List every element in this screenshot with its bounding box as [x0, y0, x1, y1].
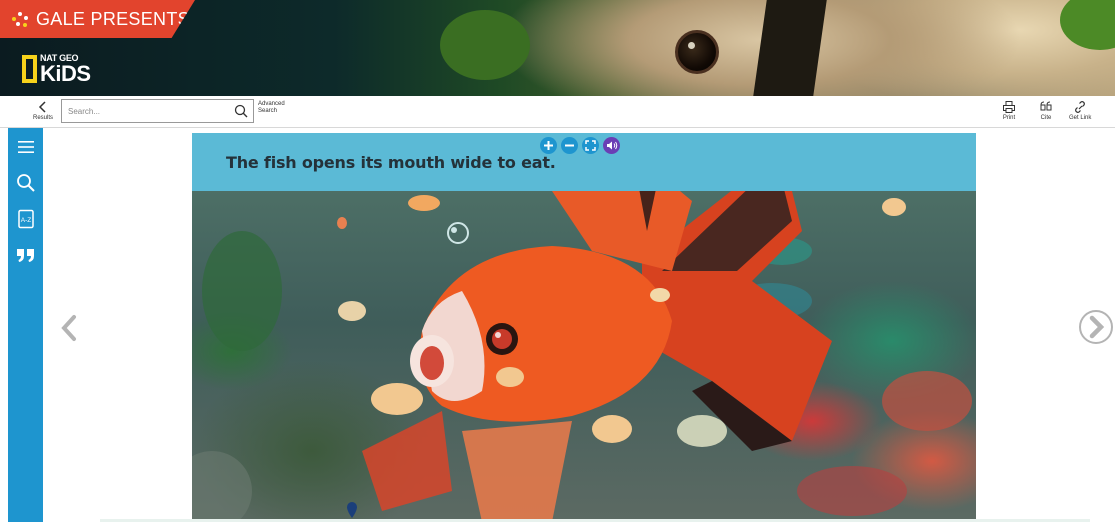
svg-text:A-Z: A-Z [20, 217, 31, 224]
back-label: Results [33, 115, 54, 121]
book-page-viewer: The fish opens its mouth wide to eat. [192, 133, 976, 522]
get-link-button[interactable]: Get Link [1069, 100, 1091, 121]
search-icon[interactable] [234, 104, 248, 118]
gale-dots-icon [10, 9, 30, 29]
back-to-results-button[interactable]: Results [33, 100, 53, 121]
a-z-index-icon: A-Z [17, 209, 34, 229]
print-icon [1003, 101, 1015, 113]
print-button[interactable]: Print [1002, 100, 1016, 121]
quote-icon [16, 249, 34, 262]
gale-presents-logo[interactable]: GALE PRESENTS [0, 0, 195, 38]
header-banner: GALE PRESENTS NAT GEO KiDS [0, 0, 1115, 96]
sidebar-search-button[interactable] [8, 166, 43, 200]
fit-screen-icon [585, 140, 596, 151]
zoom-in-button[interactable] [540, 137, 557, 154]
natgeo-kids-text: KiDS [40, 60, 91, 86]
audio-button[interactable] [603, 137, 620, 154]
search-icon [16, 174, 35, 192]
search-input[interactable] [62, 101, 234, 121]
audio-speaker-icon [606, 141, 617, 150]
advanced-search-line2: Search [258, 108, 278, 114]
toolbar: Results Advanced Search Print Cite Get L… [0, 96, 1115, 128]
zoom-out-icon [565, 144, 574, 147]
zoom-out-button[interactable] [561, 137, 578, 154]
get-link-label: Get Link [1069, 115, 1092, 121]
print-label: Print [1002, 115, 1016, 121]
cite-label: Cite [1040, 115, 1052, 121]
natgeo-kids-logo[interactable]: NAT GEO KiDS [22, 52, 91, 86]
sidebar-a-z-button[interactable]: A-Z [8, 202, 43, 236]
advanced-search-line1: Advanced [258, 101, 285, 107]
chevron-left-icon [38, 101, 46, 113]
sidebar-menu-button[interactable] [8, 130, 43, 164]
cite-button[interactable]: Cite [1039, 100, 1053, 121]
banner-monkey-eye [675, 30, 719, 74]
fit-screen-button[interactable] [582, 137, 599, 154]
zoom-in-icon [544, 141, 553, 150]
hamburger-menu-icon [17, 141, 34, 153]
natgeo-yellow-frame-icon [22, 55, 37, 83]
advanced-search-link[interactable]: Advanced Search [258, 101, 285, 115]
next-page-arrow-icon[interactable] [1078, 309, 1114, 345]
previous-page-arrow-icon[interactable] [60, 314, 78, 342]
zoom-controls [540, 137, 620, 154]
link-icon [1075, 101, 1086, 113]
cite-quote-icon [1040, 101, 1052, 111]
left-sidebar: A-Z [8, 128, 43, 522]
page-caption: The fish opens its mouth wide to eat. [226, 153, 556, 172]
gale-presents-text: GALE PRESENTS [36, 8, 190, 29]
search-box [61, 99, 254, 123]
goldfish-photo [192, 151, 976, 522]
banner-leaf [440, 10, 530, 80]
sidebar-citation-button[interactable] [8, 238, 43, 272]
goldfish-illustration [192, 151, 972, 522]
